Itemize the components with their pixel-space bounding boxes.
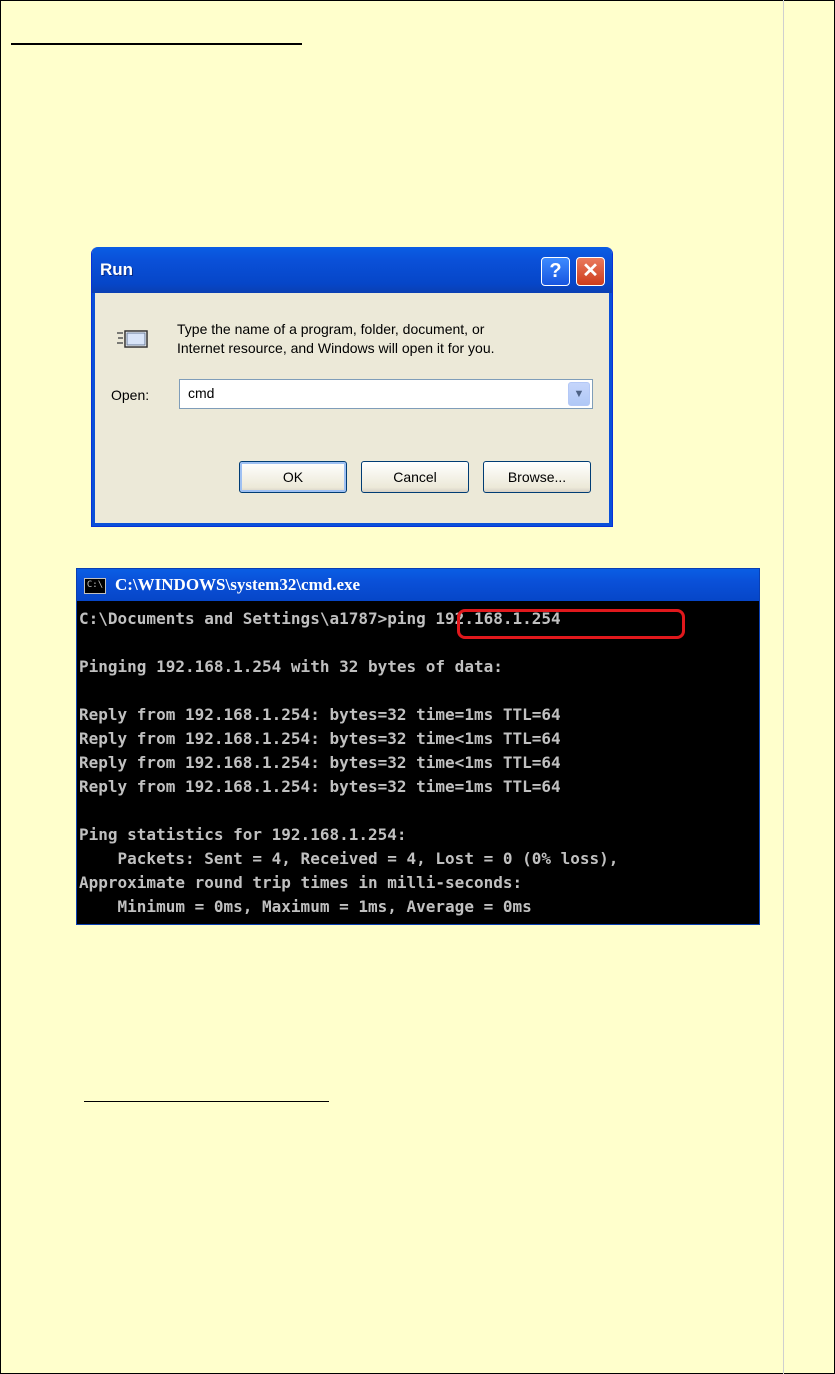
console-line: Minimum = 0ms, Maximum = 1ms, Average = … bbox=[79, 897, 532, 916]
help-button[interactable]: ? bbox=[541, 257, 570, 286]
run-description: Type the name of a program, folder, docu… bbox=[177, 320, 597, 358]
console-line: Reply from 192.168.1.254: bytes=32 time=… bbox=[79, 705, 561, 724]
cancel-button[interactable]: Cancel bbox=[361, 461, 469, 493]
dropdown-arrow-icon[interactable]: ▼ bbox=[568, 382, 590, 406]
run-dialog-body: Type the name of a program, folder, docu… bbox=[92, 293, 612, 526]
cmd-window: C:\ C:\WINDOWS\system32\cmd.exe C:\Docum… bbox=[76, 568, 760, 925]
console-output[interactable]: C:\Documents and Settings\a1787>ping 192… bbox=[79, 607, 618, 919]
console-line: Reply from 192.168.1.254: bytes=32 time<… bbox=[79, 729, 561, 748]
page-margin-line bbox=[783, 0, 784, 1374]
ok-button[interactable]: OK bbox=[239, 461, 347, 493]
run-description-line: Type the name of a program, folder, docu… bbox=[177, 321, 485, 337]
console-line: Pinging 192.168.1.254 with 32 bytes of d… bbox=[79, 657, 503, 676]
console-line: Reply from 192.168.1.254: bytes=32 time<… bbox=[79, 753, 561, 772]
run-dialog-titlebar[interactable]: Run ? ✕ bbox=[92, 247, 612, 293]
console-line: Reply from 192.168.1.254: bytes=32 time=… bbox=[79, 777, 561, 796]
link-underline bbox=[84, 1101, 329, 1102]
run-program-icon bbox=[117, 330, 148, 348]
command-highlight bbox=[457, 609, 685, 639]
console-line: Packets: Sent = 4, Received = 4, Lost = … bbox=[79, 849, 619, 868]
console-line: Approximate round trip times in milli-se… bbox=[79, 873, 523, 892]
heading-underline bbox=[11, 43, 302, 45]
console-line: Ping statistics for 192.168.1.254: bbox=[79, 825, 407, 844]
cmd-window-title: C:\WINDOWS\system32\cmd.exe bbox=[115, 575, 361, 594]
cmd-window-titlebar[interactable]: C:\ C:\WINDOWS\system32\cmd.exe bbox=[77, 569, 759, 601]
close-button[interactable]: ✕ bbox=[576, 257, 605, 286]
open-input[interactable]: cmd ▼ bbox=[179, 379, 593, 409]
console-icon: C:\ bbox=[84, 578, 106, 594]
run-dialog: Run ? ✕ Type the name of a program, fold… bbox=[91, 247, 613, 527]
run-dialog-title: Run bbox=[100, 260, 134, 279]
open-label: Open: bbox=[111, 387, 150, 403]
run-description-line: Internet resource, and Windows will open… bbox=[177, 340, 495, 356]
browse-button[interactable]: Browse... bbox=[483, 461, 591, 493]
open-input-value: cmd bbox=[188, 385, 215, 401]
